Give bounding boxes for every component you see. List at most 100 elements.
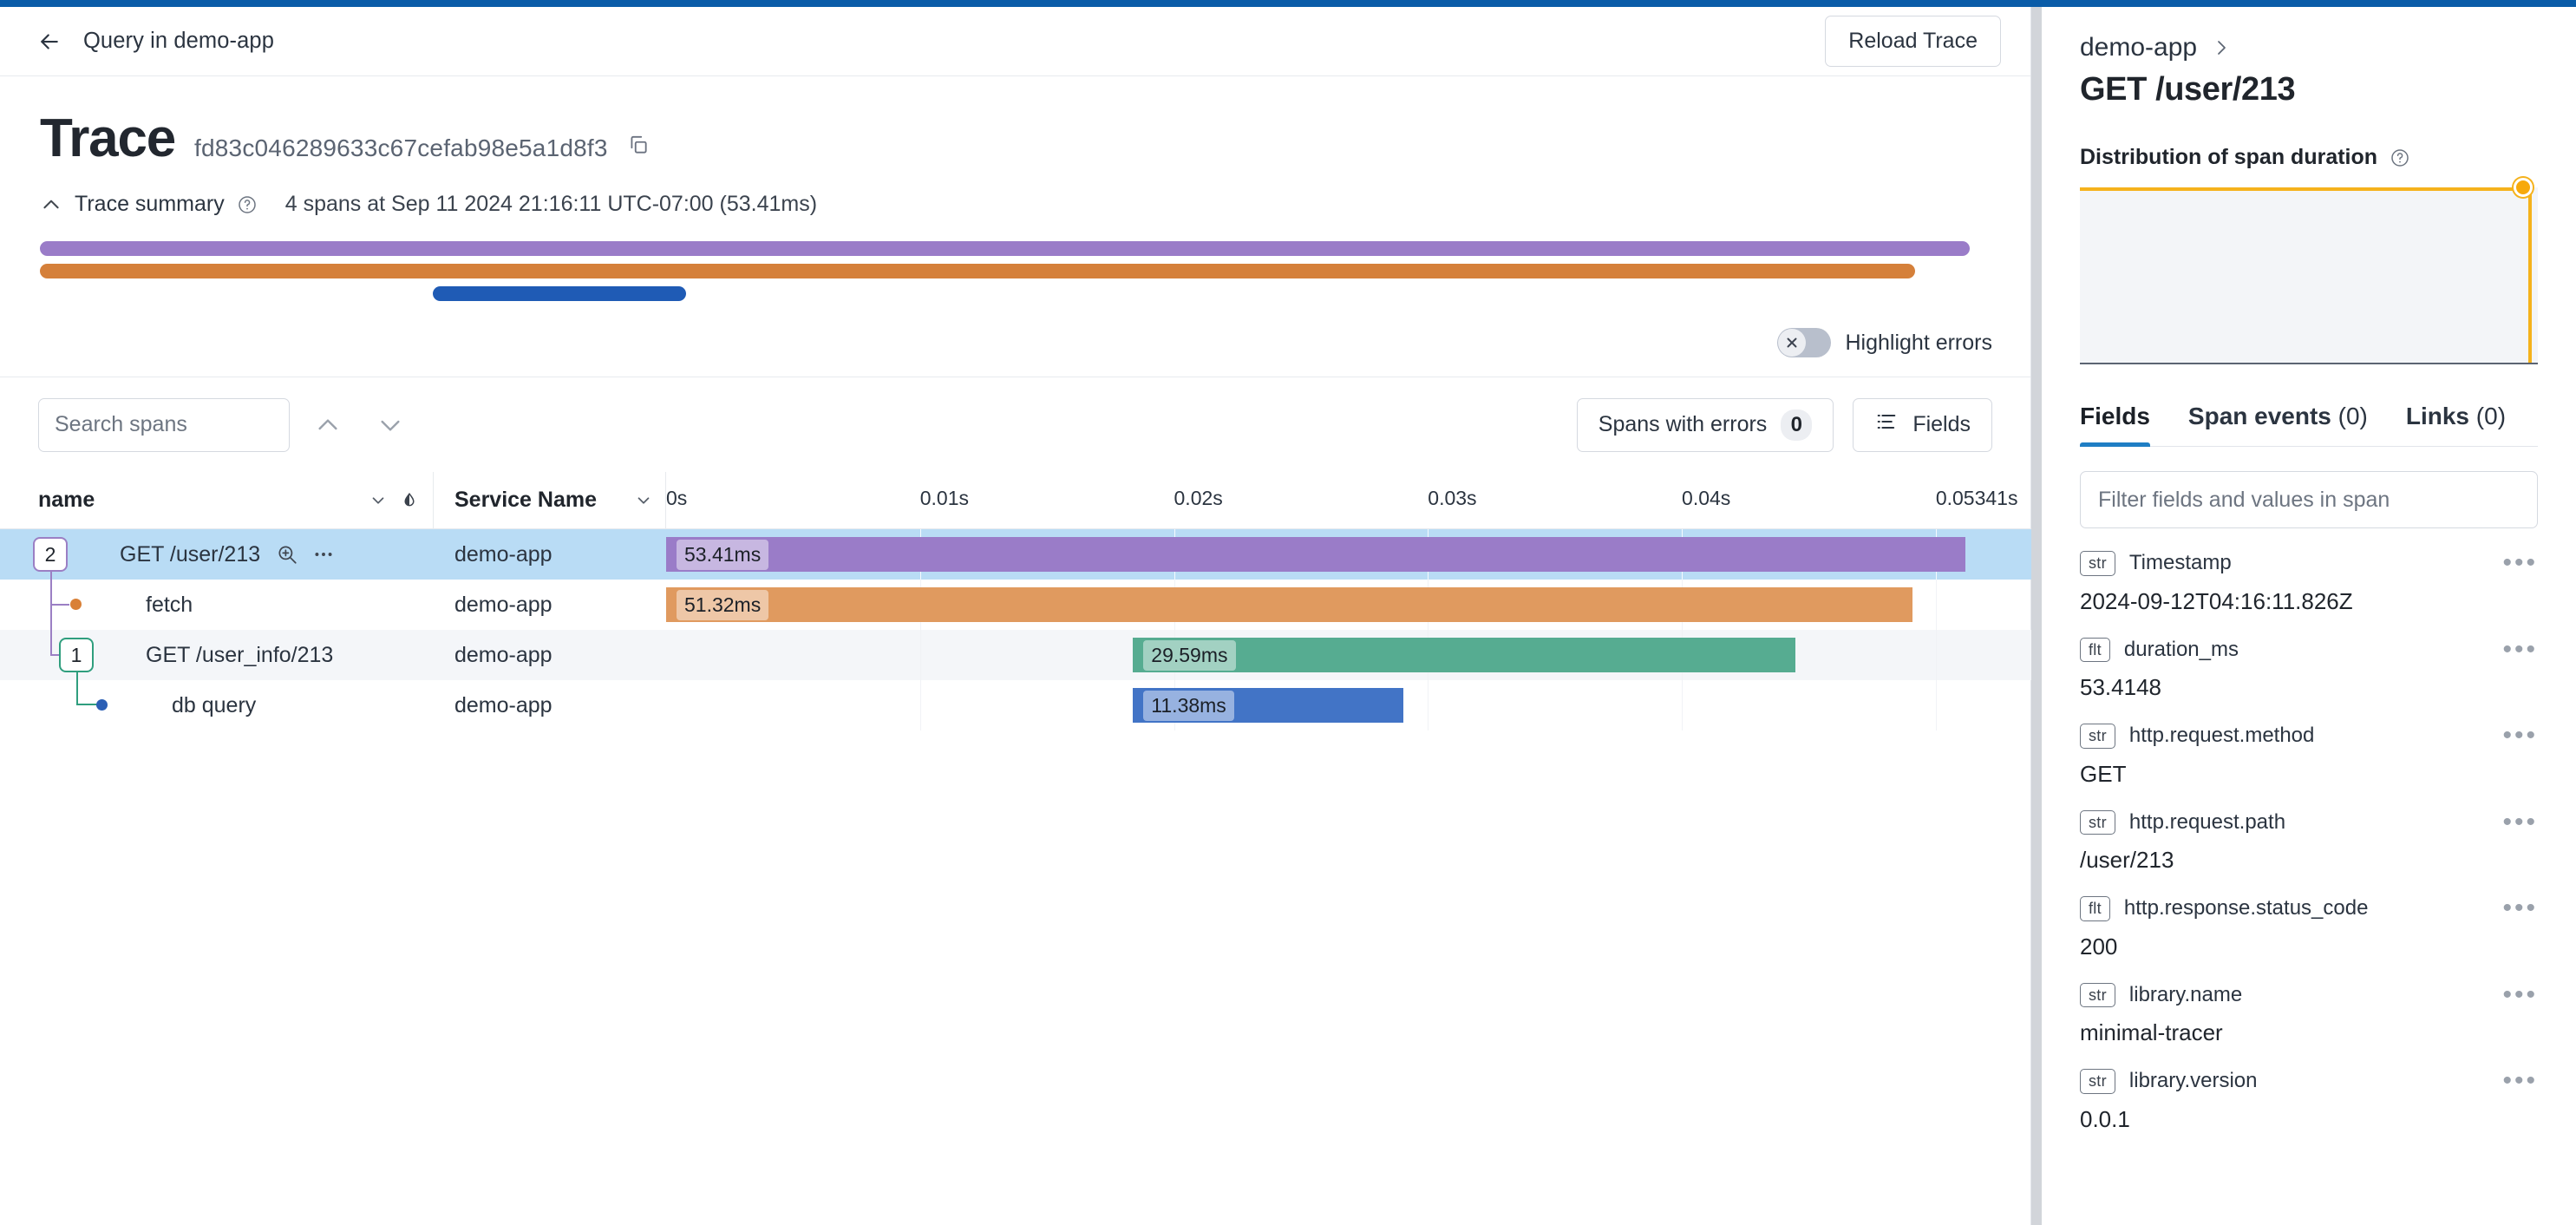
tree-connector: [76, 680, 78, 705]
column-header-name: name: [0, 472, 434, 528]
tab-count: (0): [2331, 403, 2368, 429]
span-name-label: GET /user_info/213: [146, 642, 334, 667]
more-options-icon[interactable]: •••: [2502, 1068, 2538, 1094]
tab-links[interactable]: Links (0): [2406, 403, 2506, 446]
span-timeline-cell: 51.32ms: [666, 580, 2031, 630]
arrow-left-icon[interactable]: [35, 27, 64, 56]
more-options-icon[interactable]: •••: [2502, 895, 2538, 921]
more-options-icon[interactable]: •••: [2502, 723, 2538, 749]
top-accent-bar: [0, 0, 2576, 7]
list-item: str library.name ••• minimal-tracer: [2080, 981, 2538, 1047]
filter-fields-input[interactable]: [2080, 471, 2538, 528]
breadcrumb-label[interactable]: Query in demo-app: [83, 29, 274, 54]
timeline-tick: 0s: [666, 487, 688, 509]
summary-bar[interactable]: [40, 264, 1915, 278]
span-detail-tabs: Fields Span events (0) Links (0): [2080, 403, 2538, 447]
trace-summary-meta: 4 spans at Sep 11 2024 21:16:11 UTC-07:0…: [284, 192, 818, 216]
fields-button[interactable]: Fields: [1853, 397, 1992, 452]
span-duration-bar[interactable]: 11.38ms: [1133, 688, 1403, 723]
field-header: str http.request.method •••: [2080, 723, 2538, 749]
field-key: duration_ms: [2123, 637, 2239, 661]
span-duration-bar[interactable]: 29.59ms: [1133, 638, 1795, 672]
span-detail-panel: demo-app GET /user/213 Distribution of s…: [2042, 0, 2576, 1225]
zoom-in-icon[interactable]: [276, 543, 298, 566]
main-panel: Query in demo-app Reload Trace Trace fd8…: [0, 0, 2031, 1225]
tab-count: (0): [2469, 403, 2507, 429]
spans-with-errors-label: Spans with errors: [1598, 412, 1768, 436]
field-value: minimal-tracer: [2080, 1019, 2223, 1045]
child-span-count-badge[interactable]: 2: [33, 537, 68, 572]
timeline-gridline: [1935, 630, 1937, 680]
span-duration-label: 51.32ms: [677, 589, 769, 620]
service-name-cell: demo-app: [454, 592, 552, 617]
filter-drop-icon[interactable]: [400, 489, 419, 512]
span-leaf-dot: [96, 699, 108, 711]
table-row[interactable]: 2 GET /user/213 demo-app 53.41ms: [0, 529, 2031, 622]
tab-fields[interactable]: Fields: [2080, 403, 2150, 447]
more-options-icon[interactable]: •••: [2502, 809, 2538, 835]
timeline-gridline: [1935, 680, 1937, 730]
field-value: 200: [2080, 933, 2118, 960]
span-name-cell: 2 GET /user/213: [0, 529, 434, 622]
column-header-name-label: name: [38, 488, 95, 512]
trace-detail-page: Query in demo-app Reload Trace Trace fd8…: [0, 0, 2576, 1225]
help-circle-icon[interactable]: [2390, 147, 2410, 168]
highlight-errors-toggle[interactable]: [1777, 328, 1832, 357]
more-options-icon[interactable]: •••: [2502, 550, 2538, 576]
column-header-timeline: 0s 0.01s 0.02s 0.03s 0.04s 0.05341s: [666, 472, 2031, 528]
field-key: library.version: [2128, 1069, 2258, 1093]
chevron-up-icon[interactable]: [40, 193, 62, 216]
more-options-icon[interactable]: •••: [2502, 636, 2538, 662]
table-row[interactable]: fetch demo-app 51.32ms: [0, 580, 2031, 630]
chevron-down-icon[interactable]: [369, 491, 388, 510]
list-item: flt duration_ms ••• 53.4148: [2080, 636, 2538, 702]
tab-span-events[interactable]: Span events (0): [2188, 403, 2368, 446]
span-timeline-cell: 29.59ms: [666, 630, 2031, 680]
toggle-knob: [1778, 329, 1807, 357]
timeline-tick: 0.03s: [1428, 487, 1477, 509]
search-spans-input[interactable]: [38, 397, 290, 452]
distribution-top-line: [2080, 187, 2530, 191]
summary-bar[interactable]: [432, 286, 687, 301]
spans-table-body: 2 GET /user/213 demo-app 53.41ms fetch demo-a…: [0, 529, 2031, 730]
tab-label: Fields: [2080, 403, 2150, 429]
trace-summary-label[interactable]: Trace summary: [75, 192, 225, 217]
span-duration-distribution-chart[interactable]: [2080, 178, 2538, 364]
table-row[interactable]: db query demo-app 11.38ms: [0, 680, 2031, 730]
span-timeline-cell: 11.38ms: [666, 680, 2031, 730]
list-item: str http.request.method ••• GET: [2080, 723, 2538, 788]
span-title: GET /user/213: [2080, 71, 2296, 108]
field-value: 0.0.1: [2080, 1105, 2130, 1132]
span-duration-bar[interactable]: 53.41ms: [666, 537, 1966, 572]
list-item: str http.request.path ••• /user/213: [2080, 809, 2538, 875]
trace-id: fd83c046289633c67cefab98e5a1d8f3: [194, 134, 608, 161]
child-span-count-badge[interactable]: 1: [59, 638, 94, 672]
span-leaf-dot: [70, 599, 82, 610]
timeline-tick: 0.01s: [919, 487, 970, 509]
more-options-icon[interactable]: •••: [2502, 981, 2538, 1007]
reload-trace-button[interactable]: Reload Trace: [1825, 16, 2001, 67]
column-header-service: Service Name: [434, 472, 666, 528]
span-service-name[interactable]: demo-app: [2080, 33, 2197, 62]
field-header: str library.name •••: [2080, 981, 2538, 1007]
distribution-marker-handle[interactable]: [2514, 178, 2533, 197]
spans-with-errors-button[interactable]: Spans with errors 0: [1576, 397, 1834, 452]
summary-bar[interactable]: [40, 241, 1970, 256]
prev-match-button[interactable]: [304, 401, 352, 449]
span-duration-bar[interactable]: 51.32ms: [666, 587, 1913, 622]
copy-icon[interactable]: [627, 134, 650, 156]
field-value: /user/213: [2080, 847, 2174, 873]
next-match-button[interactable]: [366, 401, 415, 449]
chevron-down-icon[interactable]: [634, 491, 653, 510]
span-breadcrumb: demo-app: [2080, 33, 2538, 62]
span-name-cell: 1 GET /user_info/213: [0, 630, 434, 701]
tree-connector: [76, 704, 97, 705]
field-key: http.request.path: [2128, 809, 2286, 834]
service-name-cell: demo-app: [454, 642, 552, 667]
help-circle-icon[interactable]: [237, 194, 258, 215]
field-type-tag: str: [2080, 982, 2115, 1007]
table-row[interactable]: 1 GET /user_info/213 demo-app 29.59ms: [0, 630, 2031, 701]
more-options-icon[interactable]: [312, 543, 335, 566]
panel-resize-handle[interactable]: [2031, 0, 2042, 1225]
span-fields-list: str Timestamp ••• 2024-09-12T04:16:11.826Z f…: [2080, 550, 2538, 1133]
